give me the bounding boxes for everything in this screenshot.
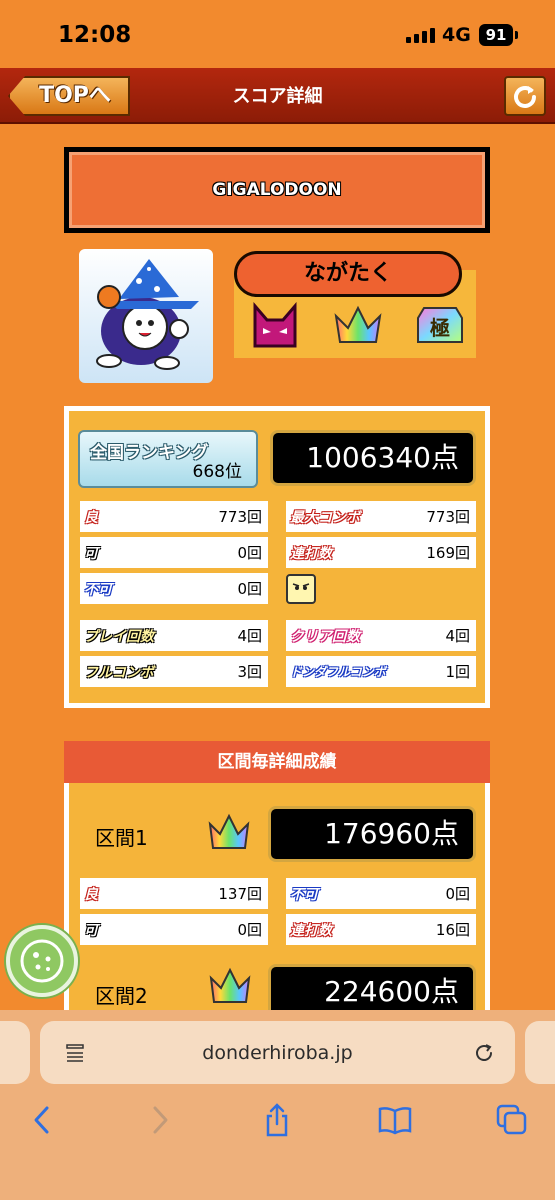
section-1-good-label: 良 — [84, 886, 98, 903]
stat-ok: 可 0回 — [80, 537, 268, 568]
stat-play-count-label: プレイ回数 — [84, 628, 154, 645]
svg-text:極: 極 — [429, 316, 450, 340]
stat-max-combo: 最大コンボ 773回 — [286, 501, 476, 532]
status-time: 12:08 — [58, 22, 132, 48]
tabs-icon[interactable] — [492, 1100, 532, 1140]
section-1-label: 区間1 — [95, 826, 148, 850]
stat-drumroll-label: 連打数 — [290, 545, 332, 562]
stat-donderful-combo: ドンダフルコンボ 1回 — [286, 656, 476, 687]
section-1-crown-icon — [207, 812, 251, 852]
extreme-difficulty-icon: 極 — [414, 302, 466, 348]
stat-donderful-combo-value: 1回 — [445, 663, 470, 681]
url-text: donderhiroba.jp — [202, 1042, 353, 1064]
section-2-crown-icon — [208, 966, 252, 1006]
section-1-drumroll-label: 連打数 — [290, 922, 332, 939]
section-1-score: 176960点 — [268, 806, 476, 862]
stat-full-combo-value: 3回 — [237, 663, 262, 681]
forward-arrow-icon[interactable] — [140, 1100, 180, 1140]
status-bar: 12:08 4G 91 — [0, 0, 555, 68]
back-arrow-icon[interactable] — [22, 1100, 62, 1140]
cookie-settings-button[interactable] — [6, 925, 78, 997]
stat-drumroll-value: 169回 — [426, 544, 470, 562]
next-tab-peek[interactable] — [525, 1021, 555, 1084]
section-1-drumroll-value: 16回 — [435, 921, 470, 939]
signal-icon — [406, 28, 435, 43]
section-1-ok-label: 可 — [84, 922, 98, 939]
stat-bad-value: 0回 — [237, 580, 262, 598]
stat-ok-value: 0回 — [237, 544, 262, 562]
stat-good-label: 良 — [84, 509, 98, 526]
stat-max-combo-value: 773回 — [426, 508, 470, 526]
total-score: 1006340点 — [270, 430, 476, 486]
don-wizard-icon — [96, 259, 199, 370]
section-details-header: 区間毎詳細成績 — [64, 741, 490, 783]
page-title: スコア詳細 — [232, 86, 323, 107]
stat-good: 良 773回 — [80, 501, 268, 532]
previous-tab-peek[interactable] — [0, 1021, 30, 1084]
ranking-label: 全国ランキング — [90, 443, 209, 463]
stat-full-combo-label: フルコンボ — [84, 664, 154, 681]
section-1-good-value: 137回 — [218, 885, 262, 903]
address-bar[interactable]: donderhiroba.jp — [40, 1021, 515, 1084]
cat-mask-icon — [249, 301, 301, 348]
national-ranking-button[interactable]: 全国ランキング 668位 — [78, 430, 258, 488]
player-avatar — [79, 249, 213, 383]
rainbow-crown-icon — [332, 302, 384, 348]
battery-icon: 91 — [479, 24, 513, 46]
stat-clear-count-value: 4回 — [445, 627, 470, 645]
network-type: 4G — [442, 24, 471, 46]
stat-good-value: 773回 — [218, 508, 262, 526]
cookie-icon — [20, 939, 64, 983]
player-name: ながたく — [234, 251, 462, 297]
section-1-drumroll: 連打数 16回 — [286, 914, 476, 945]
page-header: TOPへ スコア詳細 — [0, 68, 555, 124]
share-icon[interactable] — [257, 1100, 297, 1140]
section-1-ok-value: 0回 — [237, 921, 262, 939]
bookmarks-icon[interactable] — [375, 1100, 415, 1140]
stat-clear-count-label: クリア回数 — [290, 628, 360, 645]
song-title: GIGALODOON — [69, 152, 485, 228]
stat-bad-label: 不可 — [84, 581, 112, 598]
stat-max-combo-label: 最大コンボ — [290, 509, 360, 526]
stat-donderful-combo-label: ドンダフルコンボ — [290, 665, 386, 679]
section-1-bad-value: 0回 — [445, 885, 470, 903]
stat-drumroll: 連打数 169回 — [286, 537, 476, 568]
don-face-icon — [286, 574, 316, 604]
song-title-box: GIGALODOON — [64, 147, 490, 233]
reload-icon[interactable] — [472, 1041, 496, 1065]
section-1-ok: 可 0回 — [80, 914, 268, 945]
section-2-label: 区間2 — [95, 984, 148, 1008]
section-1-bad: 不可 0回 — [286, 878, 476, 909]
stat-bad: 不可 0回 — [80, 573, 268, 604]
refresh-button[interactable] — [504, 76, 546, 116]
stat-ok-label: 可 — [84, 545, 98, 562]
refresh-icon — [514, 86, 536, 108]
stat-clear-count: クリア回数 4回 — [286, 620, 476, 651]
ranking-value: 668位 — [192, 462, 242, 482]
section-1-good: 良 137回 — [80, 878, 268, 909]
stat-play-count: プレイ回数 4回 — [80, 620, 268, 651]
battery-tip — [515, 31, 518, 39]
stat-play-count-value: 4回 — [237, 627, 262, 645]
section-1-bad-label: 不可 — [290, 886, 318, 903]
stat-full-combo: フルコンボ 3回 — [80, 656, 268, 687]
